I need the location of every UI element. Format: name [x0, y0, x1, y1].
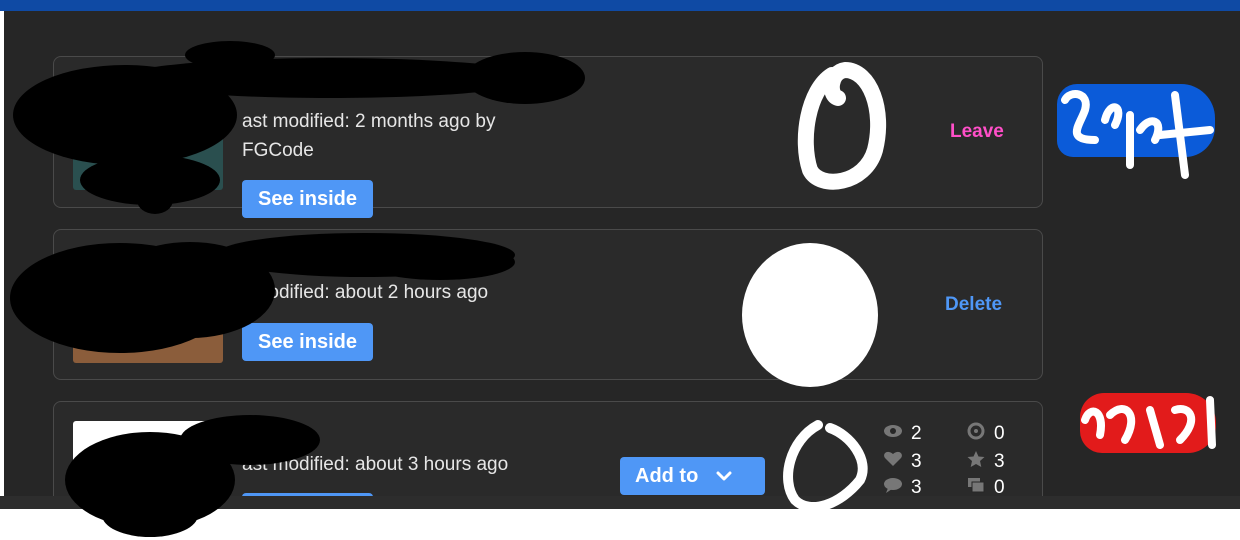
top-navigation-bar [0, 0, 1240, 11]
delete-annotation-marker [1080, 393, 1216, 453]
project-card: t modified: about 2 hours ago See inside… [53, 229, 1043, 380]
add-to-button[interactable]: Add to [620, 457, 765, 495]
studio-icon [966, 476, 986, 496]
delete-link[interactable]: Delete [945, 294, 1002, 316]
star-icon [966, 450, 986, 474]
project-list: ast modified: 2 months ago by FGCode See… [4, 11, 1240, 496]
heart-icon [883, 450, 903, 474]
project-card: ast modified: 2 months ago by FGCode See… [53, 56, 1043, 218]
last-modified-text: ast modified: 2 months ago by FGCode [242, 111, 496, 161]
project-thumbnail[interactable] [73, 76, 223, 190]
project-thumbnail[interactable] [73, 249, 223, 363]
favorites-stat: 3 [966, 450, 1005, 474]
chevron-down-icon [716, 465, 732, 488]
leave-link[interactable]: Leave [950, 121, 1004, 143]
loves-stat: 3 [883, 450, 922, 474]
studios-stat: 0 [966, 476, 1005, 496]
comments-stat: 3 [883, 476, 922, 496]
bottom-divider [0, 496, 1240, 509]
last-modified-text: t modified: about 2 hours ago [242, 282, 489, 303]
last-modified-text: ast modified: about 3 hours ago [242, 454, 509, 475]
add-to-label: Add to [635, 464, 699, 487]
eye-icon [883, 422, 903, 446]
remixes-stat: 0 [966, 422, 1005, 446]
remix-icon [966, 422, 986, 446]
see-inside-button[interactable]: See inside [242, 180, 373, 218]
project-thumbnail[interactable] [73, 421, 223, 496]
select-annotation-marker [1057, 84, 1215, 157]
views-stat: 2 [883, 422, 922, 446]
comment-icon [883, 476, 903, 496]
project-card: ast modified: about 3 hours ago Add to 2… [53, 401, 1043, 496]
see-inside-button[interactable]: See inside [242, 323, 373, 361]
